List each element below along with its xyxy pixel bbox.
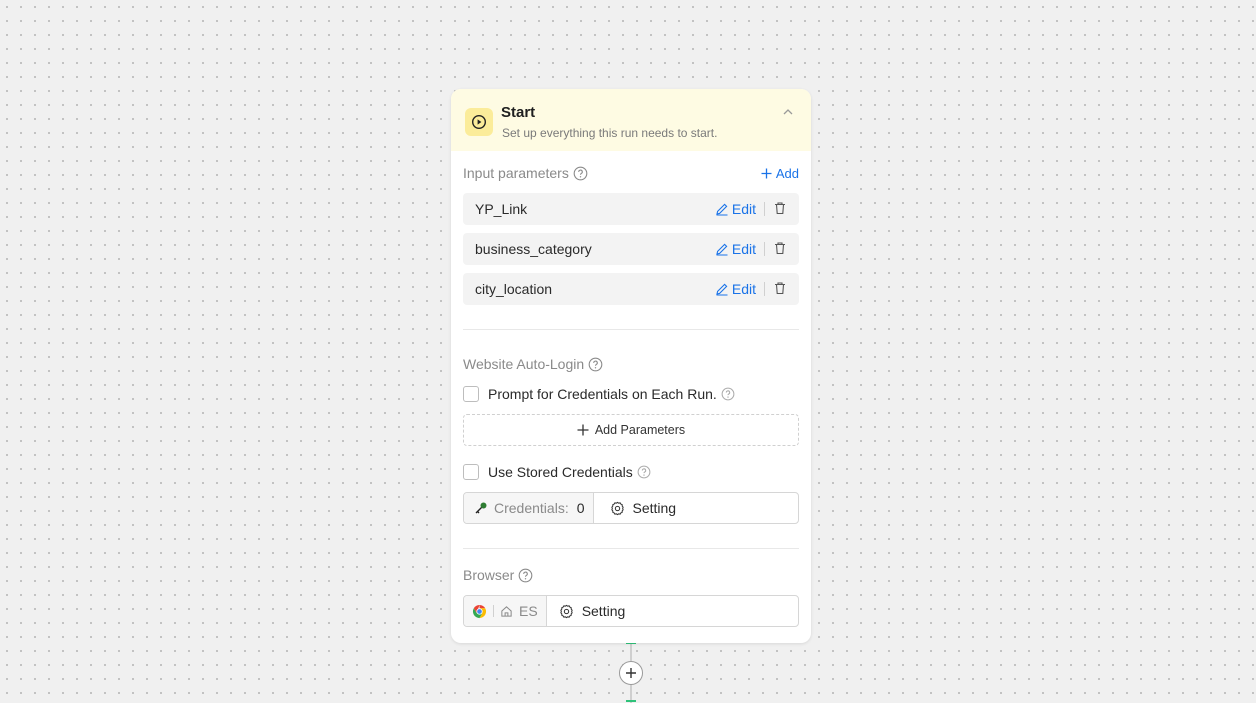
browser-region: ES (519, 603, 538, 619)
prompt-credentials-row: Prompt for Credentials on Each Run. (463, 386, 736, 402)
browser-info-divider (493, 605, 494, 617)
pencil-icon (716, 203, 728, 216)
trash-icon[interactable] (773, 201, 789, 217)
browser-setting-button[interactable]: Setting (547, 596, 798, 626)
trash-icon[interactable] (773, 281, 789, 297)
browser-info: ES (464, 596, 547, 626)
chevron-up-icon[interactable] (781, 105, 795, 119)
edit-parameter-button[interactable]: Edit (715, 201, 756, 217)
credentials-count-display: Credentials: 0 (464, 493, 594, 523)
chrome-icon (472, 604, 487, 618)
play-circle-icon (465, 108, 493, 136)
parameter-row: business_category Edit (463, 233, 799, 265)
help-icon[interactable] (721, 387, 736, 402)
edit-parameter-button[interactable]: Edit (715, 241, 756, 257)
start-node-header: Start Set up everything this run needs t… (451, 89, 811, 151)
parameter-row: city_location Edit (463, 273, 799, 305)
auto-login-label: Website Auto-Login (463, 356, 603, 372)
add-parameter-button[interactable]: Add (761, 166, 799, 181)
row-divider (764, 242, 765, 256)
gear-icon (610, 501, 624, 515)
credentials-setting-button[interactable]: Setting (594, 493, 799, 523)
browser-selector: ES Setting (463, 595, 799, 627)
help-icon[interactable] (518, 568, 533, 583)
start-node-subtitle: Set up everything this run needs to star… (502, 126, 718, 140)
plus-icon (577, 424, 589, 436)
parameter-name: business_category (475, 241, 592, 257)
connector-line-top (630, 643, 632, 661)
auto-login-label-text: Website Auto-Login (463, 356, 585, 372)
credentials-label: Credentials: (494, 500, 569, 516)
edit-label: Edit (731, 241, 756, 257)
start-node-card[interactable]: Start Set up everything this run needs t… (451, 89, 811, 643)
help-icon[interactable] (637, 465, 652, 480)
pencil-icon (716, 243, 728, 256)
edit-label: Edit (731, 201, 756, 217)
pencil-icon (716, 283, 728, 296)
row-divider (764, 202, 765, 216)
stored-credentials-checkbox[interactable] (463, 464, 479, 480)
prompt-credentials-label: Prompt for Credentials on Each Run. (488, 386, 717, 402)
input-parameters-label-text: Input parameters (463, 165, 569, 181)
input-parameters-label: Input parameters (463, 165, 588, 181)
start-node-title: Start (501, 104, 536, 121)
credentials-count: 0 (576, 500, 585, 516)
browser-label: Browser (463, 567, 533, 583)
credentials-selector: Credentials: 0 Setting (463, 492, 799, 524)
parameter-row: YP_Link Edit (463, 193, 799, 225)
edit-label: Edit (731, 281, 756, 297)
edit-parameter-button[interactable]: Edit (715, 281, 756, 297)
gear-icon (559, 604, 573, 618)
help-icon[interactable] (588, 357, 603, 372)
stored-credentials-label: Use Stored Credentials (488, 464, 633, 480)
stored-credentials-row: Use Stored Credentials (463, 464, 652, 480)
browser-setting-label: Setting (581, 603, 626, 619)
credentials-setting-label: Setting (632, 500, 677, 516)
section-divider (463, 329, 799, 330)
browser-label-text: Browser (463, 567, 515, 583)
home-icon (501, 605, 512, 617)
trash-icon[interactable] (773, 241, 789, 257)
connector-handle-bottom (626, 700, 636, 702)
add-parameter-label: Add (775, 166, 799, 181)
row-divider (764, 282, 765, 296)
prompt-credentials-checkbox[interactable] (463, 386, 479, 402)
parameter-name: YP_Link (475, 201, 528, 217)
help-icon[interactable] (573, 166, 588, 181)
parameter-name: city_location (475, 281, 553, 297)
add-node-button[interactable] (619, 661, 643, 685)
section-divider (463, 548, 799, 549)
add-parameters-button[interactable]: Add Parameters (463, 414, 799, 446)
plus-icon (761, 168, 772, 179)
plus-icon (626, 668, 636, 678)
key-icon (475, 502, 487, 514)
add-parameters-label: Add Parameters (594, 423, 686, 437)
